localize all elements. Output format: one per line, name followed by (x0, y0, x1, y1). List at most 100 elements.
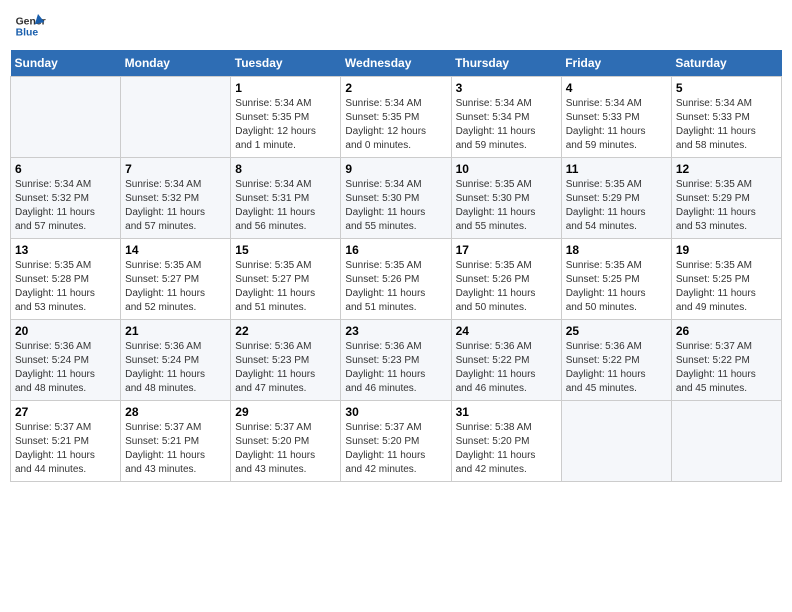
day-number: 5 (676, 81, 777, 95)
calendar-header-tuesday: Tuesday (231, 50, 341, 77)
calendar-header-saturday: Saturday (671, 50, 781, 77)
calendar-cell: 12 Sunrise: 5:35 AMSunset: 5:29 PMDayligh… (671, 158, 781, 239)
calendar-cell: 26 Sunrise: 5:37 AMSunset: 5:22 PMDayligh… (671, 320, 781, 401)
calendar-cell (11, 77, 121, 158)
day-info: Sunrise: 5:34 AMSunset: 5:34 PMDaylight:… (456, 97, 557, 153)
calendar-header-thursday: Thursday (451, 50, 561, 77)
day-number: 25 (566, 324, 667, 338)
calendar-cell: 2Sunrise: 5:34 AMSunset: 5:35 PMDaylight… (341, 77, 451, 158)
day-number: 18 (566, 243, 667, 257)
day-number: 30 (345, 405, 446, 419)
day-number: 23 (345, 324, 446, 338)
calendar-cell: 31 Sunrise: 5:38 AMSunset: 5:20 PMDayligh… (451, 401, 561, 482)
calendar-cell (121, 77, 231, 158)
calendar-cell: 18 Sunrise: 5:35 AMSunset: 5:25 PMDayligh… (561, 239, 671, 320)
day-info: Sunrise: 5:36 AMSunset: 5:22 PMDaylight:… (566, 340, 667, 396)
calendar-table: SundayMondayTuesdayWednesdayThursdayFrid… (10, 50, 782, 482)
calendar-cell: 16 Sunrise: 5:35 AMSunset: 5:26 PMDayligh… (341, 239, 451, 320)
calendar-cell: 13 Sunrise: 5:35 AMSunset: 5:28 PMDayligh… (11, 239, 121, 320)
day-info: Sunrise: 5:35 AMSunset: 5:28 PMDaylight:… (15, 259, 116, 315)
day-number: 27 (15, 405, 116, 419)
day-info: Sunrise: 5:38 AMSunset: 5:20 PMDaylight:… (456, 421, 557, 477)
day-info: Sunrise: 5:35 AMSunset: 5:30 PMDaylight:… (456, 178, 557, 234)
day-info: Sunrise: 5:34 AMSunset: 5:35 PMDaylight:… (235, 97, 336, 153)
calendar-header-row: SundayMondayTuesdayWednesdayThursdayFrid… (11, 50, 782, 77)
day-info: Sunrise: 5:35 AMSunset: 5:29 PMDaylight:… (676, 178, 777, 234)
day-info: Sunrise: 5:34 AMSunset: 5:30 PMDaylight:… (345, 178, 446, 234)
day-number: 26 (676, 324, 777, 338)
day-info: Sunrise: 5:34 AMSunset: 5:35 PMDaylight:… (345, 97, 446, 153)
day-number: 11 (566, 162, 667, 176)
calendar-header-friday: Friday (561, 50, 671, 77)
day-info: Sunrise: 5:35 AMSunset: 5:26 PMDaylight:… (345, 259, 446, 315)
calendar-cell: 28 Sunrise: 5:37 AMSunset: 5:21 PMDayligh… (121, 401, 231, 482)
calendar-cell: 21 Sunrise: 5:36 AMSunset: 5:24 PMDayligh… (121, 320, 231, 401)
day-number: 13 (15, 243, 116, 257)
calendar-header-wednesday: Wednesday (341, 50, 451, 77)
calendar-cell: 25 Sunrise: 5:36 AMSunset: 5:22 PMDayligh… (561, 320, 671, 401)
day-info: Sunrise: 5:35 AMSunset: 5:29 PMDaylight:… (566, 178, 667, 234)
calendar-cell: 7 Sunrise: 5:34 AMSunset: 5:32 PMDaylight… (121, 158, 231, 239)
day-number: 7 (125, 162, 226, 176)
day-info: Sunrise: 5:35 AMSunset: 5:25 PMDaylight:… (566, 259, 667, 315)
calendar-body: 1 Sunrise: 5:34 AMSunset: 5:35 PMDaylight… (11, 77, 782, 482)
day-number: 29 (235, 405, 336, 419)
day-info: Sunrise: 5:34 AMSunset: 5:33 PMDaylight:… (676, 97, 777, 153)
day-number: 31 (456, 405, 557, 419)
day-info: Sunrise: 5:35 AMSunset: 5:26 PMDaylight:… (456, 259, 557, 315)
day-number: 8 (235, 162, 336, 176)
day-number: 1 (235, 81, 336, 95)
day-info: Sunrise: 5:36 AMSunset: 5:22 PMDaylight:… (456, 340, 557, 396)
calendar-cell: 20 Sunrise: 5:36 AMSunset: 5:24 PMDayligh… (11, 320, 121, 401)
calendar-cell: 1 Sunrise: 5:34 AMSunset: 5:35 PMDaylight… (231, 77, 341, 158)
logo: General Blue (14, 10, 46, 42)
day-number: 19 (676, 243, 777, 257)
calendar-cell: 5 Sunrise: 5:34 AMSunset: 5:33 PMDaylight… (671, 77, 781, 158)
calendar-cell: 3 Sunrise: 5:34 AMSunset: 5:34 PMDaylight… (451, 77, 561, 158)
logo-icon: General Blue (14, 10, 46, 42)
day-info: Sunrise: 5:34 AMSunset: 5:32 PMDaylight:… (15, 178, 116, 234)
calendar-week-1: 1 Sunrise: 5:34 AMSunset: 5:35 PMDaylight… (11, 77, 782, 158)
day-info: Sunrise: 5:34 AMSunset: 5:32 PMDaylight:… (125, 178, 226, 234)
day-number: 22 (235, 324, 336, 338)
calendar-header-monday: Monday (121, 50, 231, 77)
day-info: Sunrise: 5:35 AMSunset: 5:25 PMDaylight:… (676, 259, 777, 315)
day-number: 9 (345, 162, 446, 176)
calendar-cell: 30 Sunrise: 5:37 AMSunset: 5:20 PMDayligh… (341, 401, 451, 482)
day-number: 16 (345, 243, 446, 257)
day-info: Sunrise: 5:37 AMSunset: 5:21 PMDaylight:… (125, 421, 226, 477)
day-info: Sunrise: 5:36 AMSunset: 5:23 PMDaylight:… (345, 340, 446, 396)
day-info: Sunrise: 5:37 AMSunset: 5:21 PMDaylight:… (15, 421, 116, 477)
day-number: 17 (456, 243, 557, 257)
calendar-cell (671, 401, 781, 482)
calendar-cell: 10 Sunrise: 5:35 AMSunset: 5:30 PMDayligh… (451, 158, 561, 239)
day-info: Sunrise: 5:37 AMSunset: 5:20 PMDaylight:… (235, 421, 336, 477)
calendar-cell: 19 Sunrise: 5:35 AMSunset: 5:25 PMDayligh… (671, 239, 781, 320)
svg-text:Blue: Blue (16, 28, 39, 39)
day-number: 3 (456, 81, 557, 95)
day-number: 20 (15, 324, 116, 338)
calendar-header-sunday: Sunday (11, 50, 121, 77)
calendar-cell: 15Sunrise: 5:35 AMSunset: 5:27 PMDayligh… (231, 239, 341, 320)
calendar-cell: 23 Sunrise: 5:36 AMSunset: 5:23 PMDayligh… (341, 320, 451, 401)
calendar-cell: 4Sunrise: 5:34 AMSunset: 5:33 PMDaylight… (561, 77, 671, 158)
day-number: 10 (456, 162, 557, 176)
calendar-week-2: 6Sunrise: 5:34 AMSunset: 5:32 PMDaylight… (11, 158, 782, 239)
calendar-week-4: 20 Sunrise: 5:36 AMSunset: 5:24 PMDayligh… (11, 320, 782, 401)
calendar-cell: 11 Sunrise: 5:35 AMSunset: 5:29 PMDayligh… (561, 158, 671, 239)
day-number: 4 (566, 81, 667, 95)
calendar-week-5: 27 Sunrise: 5:37 AMSunset: 5:21 PMDayligh… (11, 401, 782, 482)
day-number: 12 (676, 162, 777, 176)
day-info: Sunrise: 5:37 AMSunset: 5:22 PMDaylight:… (676, 340, 777, 396)
calendar-week-3: 13 Sunrise: 5:35 AMSunset: 5:28 PMDayligh… (11, 239, 782, 320)
day-info: Sunrise: 5:37 AMSunset: 5:20 PMDaylight:… (345, 421, 446, 477)
day-number: 28 (125, 405, 226, 419)
day-info: Sunrise: 5:36 AMSunset: 5:24 PMDaylight:… (15, 340, 116, 396)
day-number: 21 (125, 324, 226, 338)
day-number: 15 (235, 243, 336, 257)
day-number: 14 (125, 243, 226, 257)
calendar-cell: 27 Sunrise: 5:37 AMSunset: 5:21 PMDayligh… (11, 401, 121, 482)
day-info: Sunrise: 5:36 AMSunset: 5:24 PMDaylight:… (125, 340, 226, 396)
calendar-cell: 6Sunrise: 5:34 AMSunset: 5:32 PMDaylight… (11, 158, 121, 239)
calendar-cell: 29 Sunrise: 5:37 AMSunset: 5:20 PMDayligh… (231, 401, 341, 482)
